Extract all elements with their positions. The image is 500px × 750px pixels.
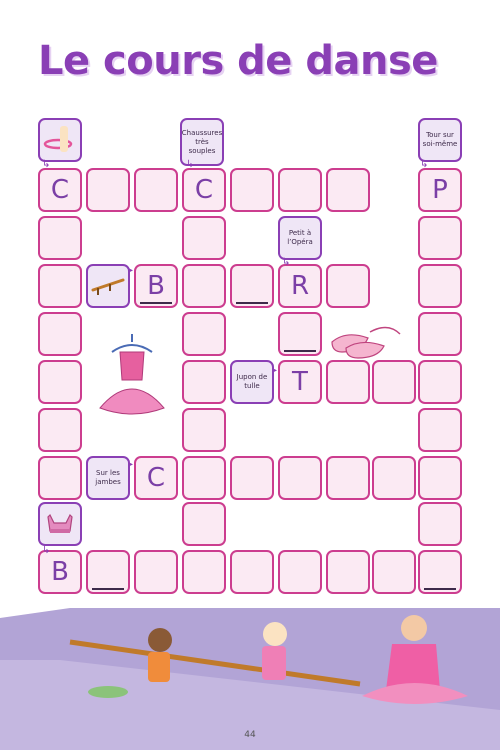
letter-c3: C [146, 463, 166, 493]
crossword-cell[interactable] [86, 168, 130, 212]
arrow-icon: ↳ [42, 159, 51, 170]
crossword-cell[interactable] [230, 550, 274, 594]
crossword-cell[interactable] [326, 360, 370, 404]
ballet-shoes-icon [331, 326, 401, 359]
clue-jupon: Jupon de tulle [230, 360, 274, 404]
answer-blank [140, 302, 172, 304]
clue-jambes: Sur les jambes [86, 456, 130, 500]
crossword-grid: C B C P B R T C Chaussures très souples … [0, 0, 500, 600]
crossword-cell[interactable] [182, 408, 226, 452]
clue-tour: Tour sur soi-même [418, 118, 462, 162]
crossword-cell[interactable] [372, 550, 416, 594]
arrow-icon: ↳ [282, 257, 291, 268]
crossword-cell[interactable] [38, 216, 82, 260]
dance-studio-illustration [0, 608, 500, 750]
letter-b2: B [51, 557, 69, 587]
answer-blank [424, 588, 456, 590]
crossword-cell[interactable] [182, 456, 226, 500]
crossword-cell[interactable] [326, 550, 370, 594]
crossword-cell[interactable] [278, 456, 322, 500]
arrow-icon: ▸ [128, 459, 134, 470]
crossword-cell[interactable] [38, 456, 82, 500]
crossword-cell[interactable] [278, 550, 322, 594]
crossword-cell[interactable] [418, 502, 462, 546]
crossword-cell[interactable] [182, 312, 226, 356]
crossword-cell[interactable] [182, 502, 226, 546]
letter-c1: C [50, 175, 70, 205]
crossword-cell[interactable] [418, 456, 462, 500]
crossword-cell[interactable] [182, 216, 226, 260]
crossword-cell[interactable] [182, 360, 226, 404]
crossword-cell[interactable] [38, 264, 82, 308]
crossword-cell[interactable] [326, 168, 370, 212]
brassiere-icon [47, 513, 73, 533]
barre-icon [91, 278, 125, 295]
cerceau-icon [43, 126, 73, 152]
arrow-icon: ▸ [128, 265, 134, 276]
arrow-icon: ↳ [420, 159, 429, 170]
letter-t: T [292, 367, 308, 397]
letter-p: P [432, 175, 448, 205]
crossword-cell[interactable] [372, 456, 416, 500]
crossword-cell[interactable] [230, 168, 274, 212]
crossword-cell[interactable] [326, 264, 370, 308]
crossword-cell[interactable] [418, 216, 462, 260]
clue-picture-brassiere [38, 502, 82, 546]
crossword-cell[interactable] [182, 550, 226, 594]
crossword-cell[interactable] [38, 408, 82, 452]
answer-blank [92, 588, 124, 590]
crossword-cell[interactable] [418, 264, 462, 308]
dancer-3 [401, 615, 427, 641]
crossword-cell[interactable] [326, 456, 370, 500]
letter-r: R [290, 271, 310, 301]
crossword-cell[interactable] [418, 408, 462, 452]
clue-petit: Petit à l’Opéra [278, 216, 322, 260]
page-number: 44 [244, 730, 256, 740]
crossword-cell[interactable] [38, 360, 82, 404]
arrow-icon: ▸ [272, 365, 278, 376]
crossword-cell[interactable] [418, 312, 462, 356]
crossword-cell[interactable] [182, 264, 226, 308]
crossword-cell[interactable] [230, 456, 274, 500]
tutu-dress-icon [99, 334, 165, 415]
clue-picture-cerceau [38, 118, 82, 162]
crossword-cell[interactable] [278, 168, 322, 212]
answer-blank [284, 350, 316, 352]
crossword-cell[interactable] [134, 550, 178, 594]
answer-blank [236, 302, 268, 304]
crossword-cell[interactable] [134, 168, 178, 212]
arrow-icon: ↳ [42, 545, 51, 556]
crossword-cell[interactable] [418, 360, 462, 404]
crossword-cell[interactable] [38, 312, 82, 356]
clue-picture-barre [86, 264, 130, 308]
dancer-2 [263, 622, 287, 646]
letter-c2: C [194, 175, 214, 205]
crossword-cell[interactable] [372, 360, 416, 404]
arrow-icon: ↳ [186, 159, 195, 170]
dancer-1 [148, 628, 172, 652]
